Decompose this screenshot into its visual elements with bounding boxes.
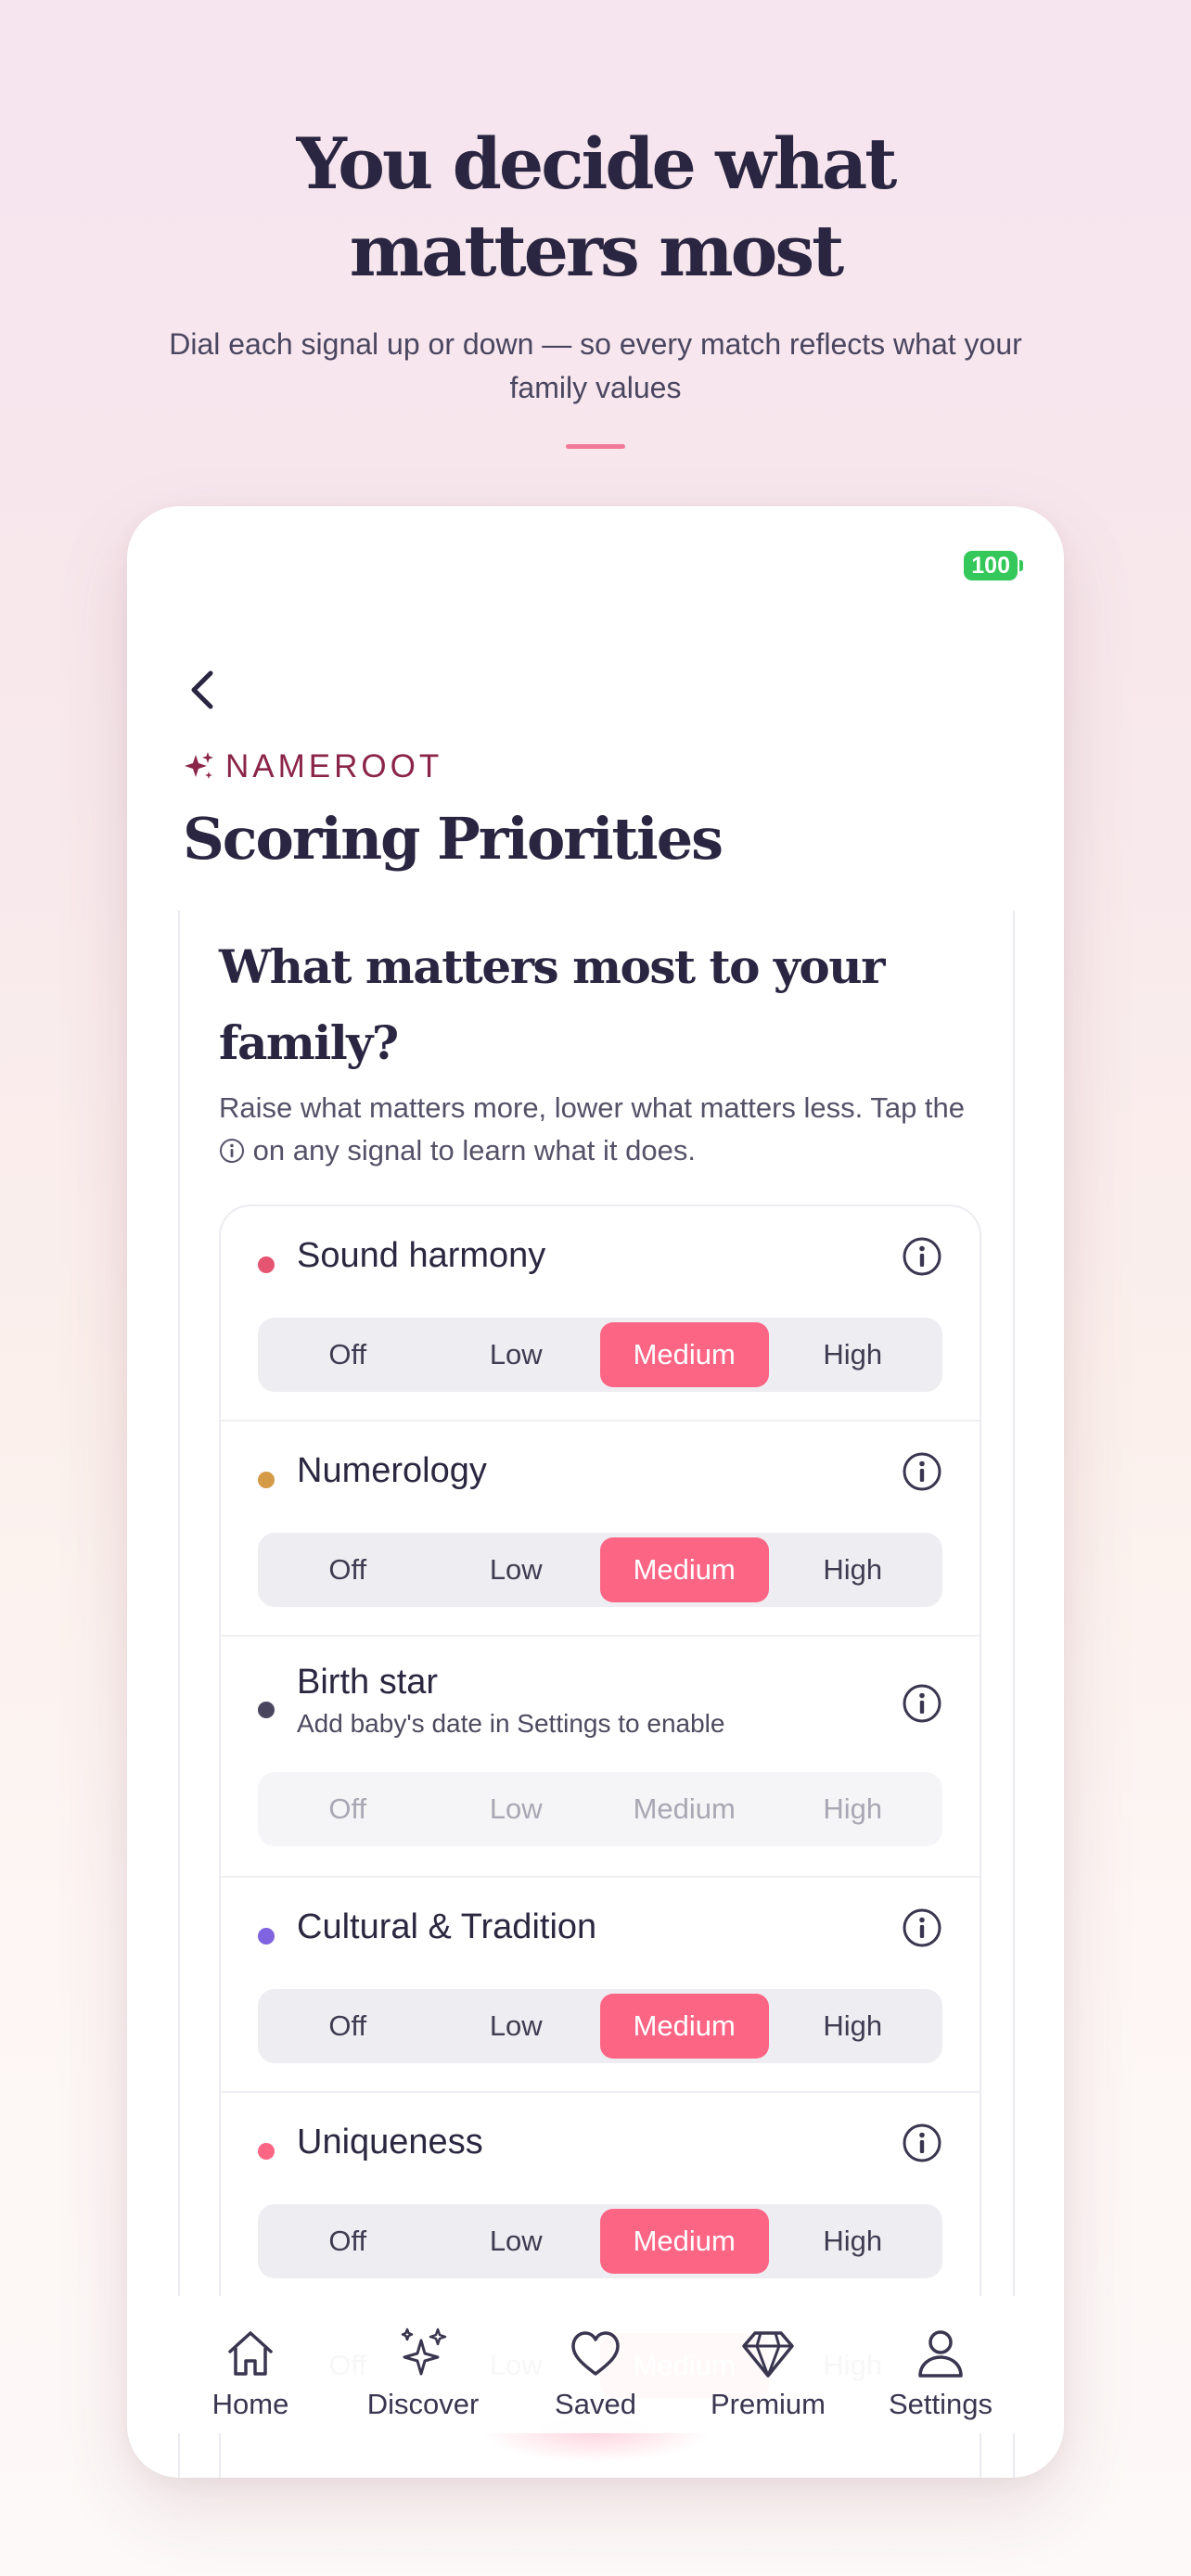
priority-option-off[interactable]: Off	[263, 1994, 432, 2059]
signal-row: Birth star Add baby's date in Settings to…	[221, 1637, 980, 1878]
info-icon[interactable]	[902, 1451, 942, 1492]
priority-option-high: High	[823, 1792, 883, 1825]
section-description-text: Raise what matters more, lower what matt…	[219, 1091, 966, 1124]
promo-subtitle: Dial each signal up or down — so every m…	[169, 327, 1022, 404]
tab-label: Premium	[710, 2388, 826, 2420]
priority-option-low[interactable]: Low	[432, 1537, 601, 1602]
signal-row: Cultural & Tradition Off Low Medium High	[221, 1878, 980, 2093]
signal-color-dot	[258, 1256, 275, 1273]
signal-color-dot	[258, 1702, 275, 1718]
signal-name: Uniqueness	[297, 2123, 483, 2162]
priority-option-off[interactable]: Off	[263, 1322, 432, 1387]
section-description: Raise what matters more, lower what matt…	[219, 1087, 998, 1172]
sparkle-icon	[185, 752, 213, 779]
signal-color-dot	[258, 1472, 275, 1488]
priority-option-high[interactable]: High	[769, 1322, 938, 1387]
priority-option-off[interactable]: Off	[263, 2209, 432, 2274]
diamond-icon	[742, 2331, 794, 2378]
priority-option-medium: Medium	[633, 1792, 736, 1825]
signal-color-dot	[258, 2143, 275, 2160]
tab-premium[interactable]: Premium	[685, 2296, 852, 2433]
brand-name: NAMEROOT	[225, 748, 443, 784]
priority-option-low: Low	[489, 1792, 543, 1825]
signal-header: Sound harmony	[258, 1234, 942, 1281]
priority-option-low[interactable]: Low	[432, 1322, 601, 1387]
brand: NAMEROOT	[181, 749, 442, 784]
section-title: What matters most to your family?	[219, 939, 885, 1070]
heart-icon	[571, 2331, 620, 2376]
info-icon[interactable]	[902, 1236, 942, 1277]
promo-title: You decide what matters most	[0, 121, 1191, 295]
info-icon	[220, 1139, 244, 1163]
priority-option-high[interactable]: High	[769, 1537, 938, 1602]
priority-segmented-control: OffLowMediumHigh	[258, 1533, 942, 1607]
signal-name: Birth star	[297, 1663, 439, 1702]
signal-header: Uniqueness	[258, 2121, 942, 2167]
priority-option-off: Off	[328, 1792, 367, 1825]
tab-saved[interactable]: Saved	[512, 2296, 679, 2433]
priority-option-low[interactable]: Low	[432, 2209, 601, 2274]
signal-header: Cultural & Tradition	[258, 1906, 942, 1952]
tab-label: Settings	[888, 2388, 992, 2420]
tab-label: Home	[211, 2388, 289, 2420]
priority-option-high[interactable]: High	[769, 2209, 938, 2274]
priority-segmented-control: OffLowMediumHigh	[258, 2204, 942, 2278]
priority-segmented-control: OffLowMediumHigh	[258, 1318, 942, 1392]
priority-option-medium[interactable]: Medium	[600, 2209, 769, 2274]
signal-name: Cultural & Tradition	[297, 1907, 597, 1946]
person-icon	[918, 2330, 963, 2378]
section-description-text-end: on any signal to learn what it does.	[252, 1134, 696, 1167]
signal-subtitle: Add baby's date in Settings to enable	[297, 1709, 725, 1738]
chevron-left-icon	[191, 670, 213, 709]
priority-option-low[interactable]: Low	[432, 1994, 601, 2059]
priority-segmented-control: OffLowMediumHigh	[258, 1989, 942, 2063]
priority-option-medium[interactable]: Medium	[600, 1322, 769, 1387]
tab-home[interactable]: Home	[167, 2296, 334, 2433]
signal-header: Birth star Add baby's date in Settings to…	[258, 1663, 942, 1748]
priority-option-off[interactable]: Off	[263, 1537, 432, 1602]
promo-title-line-2: matters most	[349, 210, 845, 292]
priority-segmented-control: Off Low Medium High	[258, 1772, 942, 1846]
signal-header: Numerology	[258, 1449, 942, 1496]
info-icon[interactable]	[902, 1907, 942, 1948]
back-button[interactable]	[181, 662, 227, 718]
page-title: Scoring Priorities	[183, 805, 724, 873]
battery-indicator: 100	[964, 551, 1023, 580]
signal-row: Numerology Off Low Medium High	[221, 1422, 980, 1637]
signal-name: Sound harmony	[297, 1236, 546, 1275]
priority-option-high[interactable]: High	[769, 1994, 938, 2059]
home-icon	[228, 2331, 273, 2376]
signal-row: Uniqueness Off Low Medium High	[221, 2093, 980, 2308]
tab-label: Discover	[366, 2388, 480, 2420]
info-icon[interactable]	[902, 1683, 942, 1724]
priority-option-medium[interactable]: Medium	[600, 1537, 769, 1602]
signal-row: Sound harmony Off Low Medium High	[221, 1206, 980, 1422]
promo-divider	[566, 444, 625, 449]
tab-bar: Home Discover Saved Premium Settings	[164, 2296, 1027, 2433]
tab-label: Saved	[555, 2388, 636, 2420]
signal-color-dot	[258, 1928, 275, 1945]
phone-frame: 100 NAMEROOT Scoring Priorities What mat…	[127, 506, 1064, 2478]
priority-option-medium[interactable]: Medium	[600, 1994, 769, 2059]
promo-title-line-1: You decide what	[296, 122, 898, 205]
info-icon[interactable]	[902, 2123, 942, 2163]
tab-discover[interactable]: Discover	[339, 2296, 506, 2433]
signals-list: Sound harmony Off Low Medium High Numerology O…	[219, 1205, 981, 2478]
tab-settings[interactable]: Settings	[857, 2296, 1024, 2433]
sparkles-icon	[401, 2327, 447, 2376]
content-card: What matters most to your family? Raise …	[178, 911, 1015, 2478]
signal-name: Numerology	[297, 1451, 487, 1490]
